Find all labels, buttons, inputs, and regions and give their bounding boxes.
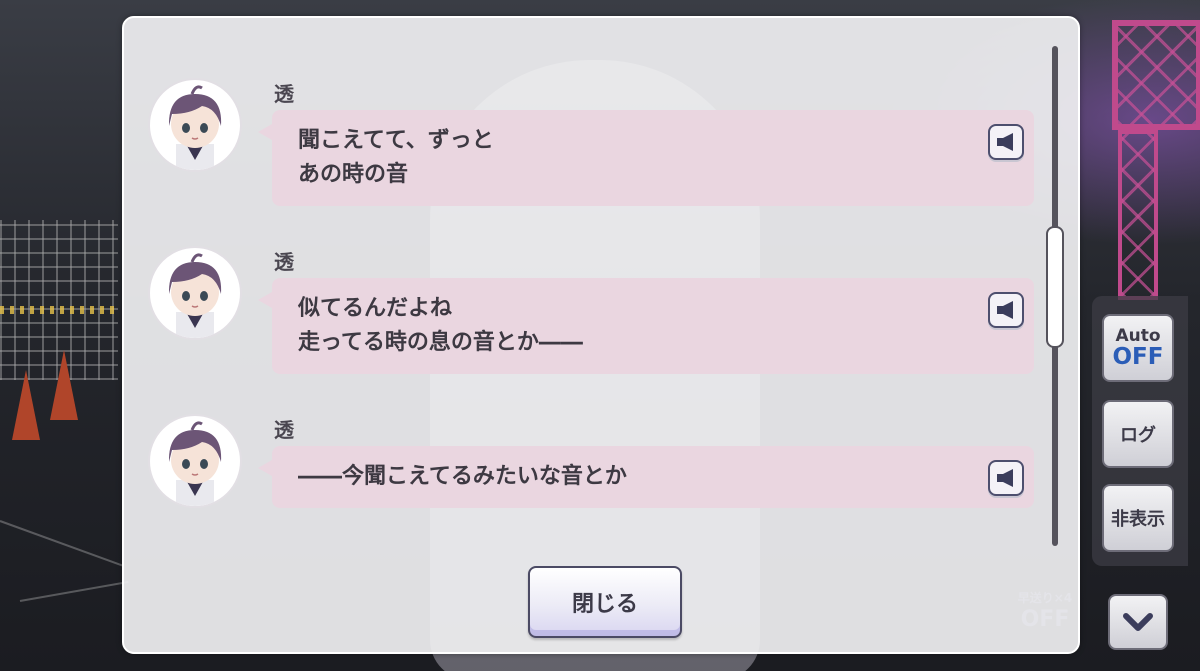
- auto-state: OFF: [1112, 344, 1164, 370]
- voice-replay-button[interactable]: [988, 460, 1024, 496]
- dialogue-line: 聞こえてて、ずっと: [298, 128, 494, 153]
- close-button[interactable]: 閉じる: [528, 566, 682, 638]
- voice-replay-button[interactable]: [988, 292, 1024, 328]
- traffic-cone: [12, 370, 40, 440]
- log-scrollbar[interactable]: [1046, 46, 1064, 546]
- hide-button[interactable]: 非表示: [1102, 484, 1174, 552]
- speaker-icon: [997, 469, 1013, 487]
- speaker-icon: [997, 301, 1013, 319]
- fast-forward-button[interactable]: 早送り×4 OFF: [1010, 590, 1080, 650]
- avatar-image: [168, 85, 222, 170]
- chevron-down-icon: [1123, 613, 1153, 631]
- fast-forward-state: OFF: [1020, 607, 1070, 632]
- avatar: [148, 246, 242, 340]
- speaker-icon: [997, 133, 1013, 151]
- avatar: [148, 78, 242, 172]
- traffic-cone: [50, 350, 78, 420]
- auto-label: Auto: [1115, 326, 1161, 346]
- auto-button[interactable]: Auto OFF: [1102, 314, 1174, 382]
- avatar-image: [168, 421, 222, 506]
- down-button[interactable]: [1108, 594, 1168, 650]
- speaker-name: 透: [274, 82, 294, 106]
- dialogue-line: ――今聞こえてるみたいな音とか: [298, 464, 627, 489]
- dialogue-bubble: 聞こえてて、ずっと あの時の音: [258, 110, 1034, 206]
- speaker-name: 透: [274, 418, 294, 442]
- voice-replay-button[interactable]: [988, 124, 1024, 160]
- avatar: [148, 414, 242, 508]
- floor-line: [19, 580, 129, 602]
- dialogue-line: あの時の音: [298, 162, 409, 187]
- dialogue-bubble: 似てるんだよね 走ってる時の息の音とか――: [258, 278, 1034, 374]
- stage-truss-pillar: [1118, 130, 1158, 300]
- dialogue-line: 似てるんだよね: [298, 296, 453, 321]
- avatar-image: [168, 253, 222, 338]
- speaker-name: 透: [274, 250, 294, 274]
- scrollbar-thumb[interactable]: [1046, 226, 1064, 348]
- floor-line: [0, 520, 123, 567]
- log-panel: 透 聞こえてて、ずっと あの時の音 透 似てるんだよね 走ってる時の息の音とか―…: [122, 16, 1080, 654]
- string-lights: [0, 306, 118, 314]
- log-button[interactable]: ログ: [1102, 400, 1174, 468]
- fast-forward-label: 早送り×4: [1017, 591, 1073, 605]
- stage-truss: [1112, 20, 1200, 130]
- dialogue-line: 走ってる時の息の音とか――: [298, 330, 583, 355]
- dialogue-bubble: ――今聞こえてるみたいな音とか: [258, 446, 1034, 508]
